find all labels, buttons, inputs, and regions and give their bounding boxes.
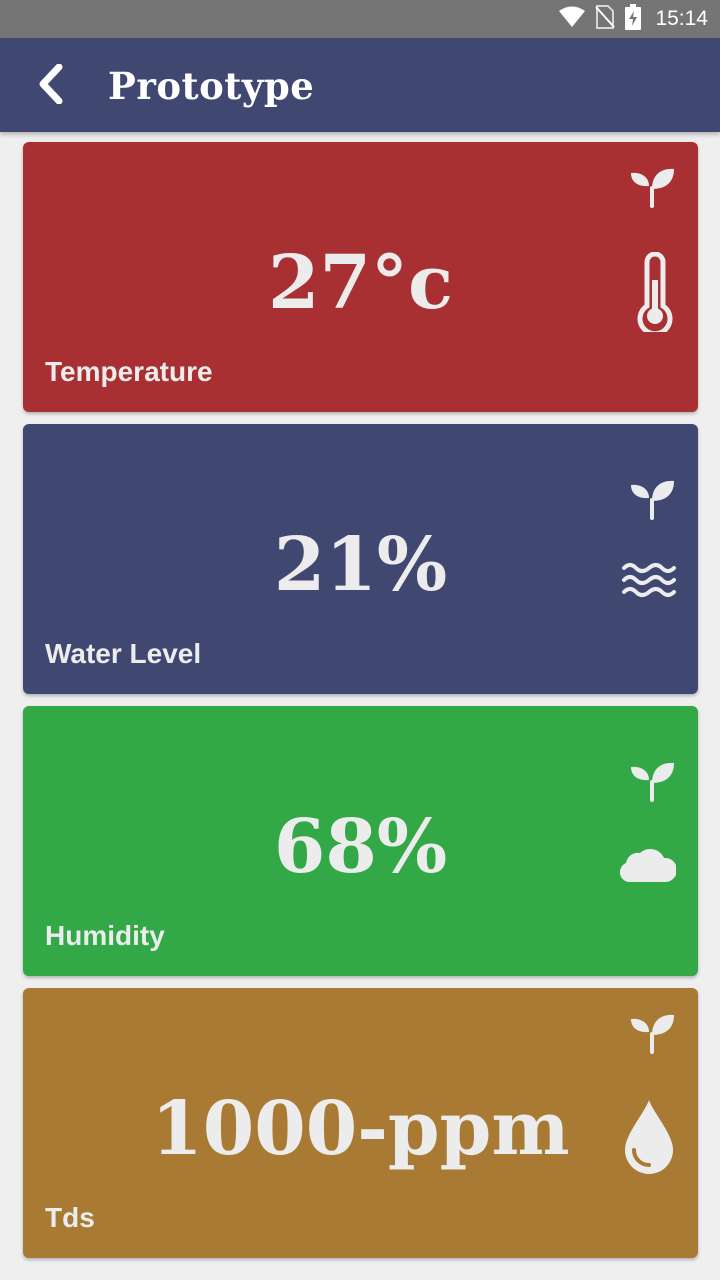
temperature-value: 27°c bbox=[267, 240, 454, 326]
status-time: 15:14 bbox=[655, 7, 708, 30]
app-bar: Prototype bbox=[0, 38, 720, 132]
water-waves-icon bbox=[622, 560, 676, 605]
humidity-value: 68% bbox=[273, 804, 448, 890]
battery-charging-icon bbox=[625, 3, 642, 35]
water-level-value: 21% bbox=[273, 522, 448, 608]
tds-label: Tds bbox=[45, 1202, 95, 1233]
temperature-label: Temperature bbox=[45, 356, 213, 387]
sprout-icon bbox=[628, 760, 676, 802]
status-icons: 15:14 bbox=[559, 0, 708, 38]
status-bar: 15:14 bbox=[0, 0, 720, 38]
back-button[interactable] bbox=[22, 58, 78, 114]
humidity-card[interactable]: 68% Humidity bbox=[23, 706, 698, 976]
chevron-left-icon bbox=[33, 63, 67, 109]
page-title: Prototype bbox=[108, 64, 315, 108]
water-level-card[interactable]: 21% Water Level bbox=[23, 424, 698, 694]
water-drop-icon bbox=[622, 1098, 676, 1181]
no-sim-icon bbox=[595, 4, 616, 34]
thermometer-icon bbox=[634, 251, 676, 337]
humidity-label: Humidity bbox=[45, 920, 165, 951]
sprout-icon bbox=[628, 1012, 676, 1054]
tds-card[interactable]: 1000-ppm Tds bbox=[23, 988, 698, 1258]
water-level-label: Water Level bbox=[45, 638, 202, 669]
temperature-card[interactable]: 27°c Temperature bbox=[23, 142, 698, 412]
sprout-icon bbox=[628, 478, 676, 520]
cloud-icon bbox=[618, 842, 678, 889]
sprout-icon bbox=[628, 166, 676, 208]
tds-value: 1000-ppm bbox=[151, 1086, 570, 1172]
wifi-icon bbox=[559, 6, 586, 33]
